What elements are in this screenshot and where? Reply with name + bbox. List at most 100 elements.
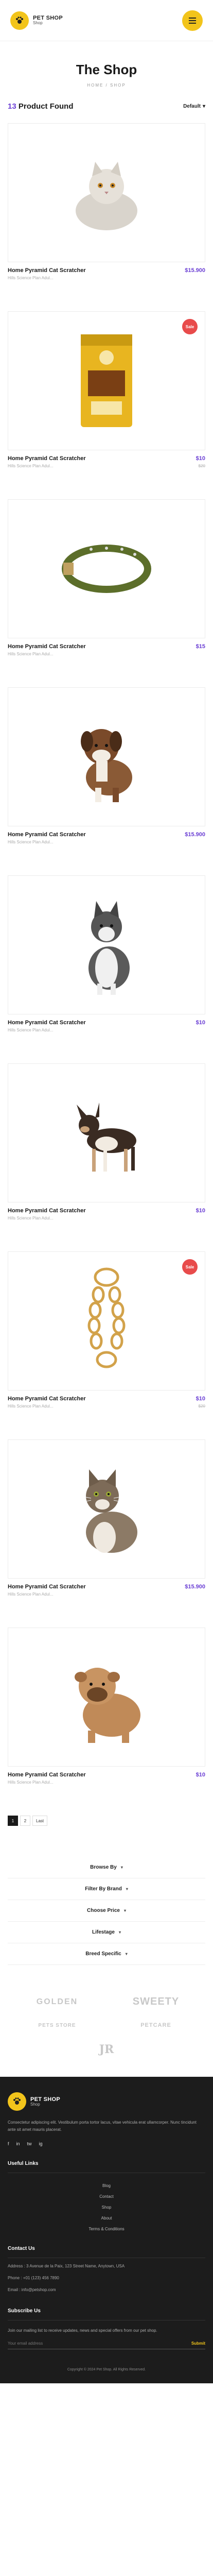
product-count: 13 Product Found: [8, 102, 74, 111]
product-description: Hills Science Plan Adul...: [8, 1780, 54, 1785]
product-name[interactable]: Home Pyramid Cat Scratcher: [8, 643, 86, 650]
filter-brand[interactable]: Filter By Brand ▾: [8, 1878, 205, 1900]
brand-logo-petcare[interactable]: PETCARE: [140, 2022, 171, 2028]
product-card[interactable]: Sale Home Pyramid Cat Scratcher Hills Sc…: [8, 1251, 205, 1424]
subscribe-button[interactable]: Submit: [191, 2341, 205, 2346]
product-description: Hills Science Plan Adul...: [8, 276, 54, 280]
product-image[interactable]: [8, 499, 205, 638]
brand-logo-sweety[interactable]: SWEETY: [133, 1996, 179, 2008]
product-price: $15.900: [185, 1584, 205, 1590]
footer-link-about[interactable]: About: [8, 2216, 205, 2221]
footer-logo[interactable]: PET SHOP Shop: [8, 2092, 205, 2111]
product-card[interactable]: Home Pyramid Cat Scratcher Hills Science…: [8, 1439, 205, 1612]
menu-icon[interactable]: [182, 10, 203, 31]
filter-label: Lifestage: [92, 1929, 115, 1935]
product-grid: Home Pyramid Cat Scratcher Hills Science…: [0, 123, 213, 1800]
product-card[interactable]: Home Pyramid Cat Scratcher Hills Science…: [8, 499, 205, 672]
product-count-label: Product Found: [18, 102, 74, 111]
product-description: Hills Science Plan Adul...: [8, 464, 54, 468]
filter-label: Breed Specific: [85, 1951, 121, 1957]
footer-link-shop[interactable]: Shop: [8, 2205, 205, 2210]
brand-logo-golden[interactable]: GOLDEN: [37, 1997, 78, 2007]
footer-link-terms[interactable]: Terms & Conditions: [8, 2227, 205, 2231]
sort-select[interactable]: Default ▾: [183, 104, 205, 109]
chain-leash-image-icon: [87, 1267, 126, 1368]
page-button-2[interactable]: 2: [20, 1816, 30, 1826]
instagram-icon[interactable]: ig: [39, 2141, 43, 2146]
product-description: Hills Science Plan Adul...: [8, 1592, 54, 1597]
product-card[interactable]: Home Pyramid Cat Scratcher Hills Science…: [8, 1063, 205, 1236]
tabby-cat-image-icon: [85, 1469, 137, 1553]
filter-browse-by[interactable]: Browse By ▾: [8, 1857, 205, 1878]
footer-link-contact[interactable]: Contact: [8, 2194, 205, 2199]
product-card[interactable]: Home Pyramid Cat Scratcher Hills Science…: [8, 875, 205, 1048]
chevron-down-icon: ▾: [126, 1887, 128, 1891]
page-title: The Shop: [76, 62, 137, 77]
product-description: Hills Science Plan Adul...: [8, 1216, 54, 1221]
filter-accordion: Browse By ▾ Filter By Brand ▾ Choose Pri…: [8, 1857, 205, 1965]
product-description: Hills Science Plan Adul...: [8, 1404, 54, 1409]
puppy-image-icon: [81, 729, 132, 802]
product-old-price: $20: [198, 464, 205, 468]
product-name[interactable]: Home Pyramid Cat Scratcher: [8, 1208, 86, 1214]
page-title-section: The Shop HOME / SHOP: [0, 41, 213, 102]
product-old-price: $20: [198, 1404, 205, 1409]
subscribe-description: Join our mailing list to receive updates…: [8, 2328, 157, 2333]
product-card[interactable]: Sale Home Pyramid Cat Scratcher Hills Sc…: [8, 311, 205, 484]
chihuahua-image-icon: [77, 1103, 136, 1172]
filter-label: Choose Price: [87, 1908, 120, 1913]
footer-logo-title: PET SHOP: [30, 2096, 61, 2103]
linkedin-icon[interactable]: in: [16, 2141, 20, 2146]
logo-subtitle: Shop: [33, 21, 43, 26]
chevron-down-icon: ▾: [123, 1908, 126, 1913]
product-name[interactable]: Home Pyramid Cat Scratcher: [8, 267, 86, 274]
contact-email[interactable]: Email : info@petshop.com: [8, 2287, 205, 2294]
subscribe-email-input[interactable]: [8, 2341, 146, 2346]
product-card[interactable]: Home Pyramid Cat Scratcher Hills Science…: [8, 123, 205, 296]
copyright: Copyright © 2024 Pet Shop. All Rights Re…: [67, 2368, 146, 2372]
useful-links-heading: Useful Links: [8, 2161, 39, 2167]
product-card[interactable]: Home Pyramid Cat Scratcher Hills Science…: [8, 687, 205, 860]
filter-breed[interactable]: Breed Specific ▾: [8, 1943, 205, 1965]
page-button-last[interactable]: Last: [32, 1816, 48, 1826]
facebook-icon[interactable]: f: [8, 2141, 9, 2146]
twitter-icon[interactable]: tw: [27, 2141, 32, 2146]
brand-logo-pets-store[interactable]: PETS STORE: [38, 2023, 76, 2028]
product-image[interactable]: [8, 875, 205, 1014]
contact-phone[interactable]: Phone : +01 (123) 456 7890: [8, 2275, 205, 2282]
product-description: Hills Science Plan Adul...: [8, 1028, 54, 1032]
contact-heading: Contact Us: [8, 2246, 35, 2252]
product-image[interactable]: [8, 1628, 205, 1767]
footer-description: Consectetur adipiscing elit. Vestibulum …: [8, 2120, 197, 2132]
product-name[interactable]: Home Pyramid Cat Scratcher: [8, 1772, 86, 1778]
sort-select-label: Default: [183, 104, 201, 109]
product-image[interactable]: [8, 1439, 205, 1579]
filter-label: Filter By Brand: [85, 1886, 122, 1892]
page-button-1[interactable]: 1: [8, 1816, 18, 1826]
product-price: $15.900: [185, 267, 205, 274]
brand-logo-jr[interactable]: JR: [99, 2043, 114, 2056]
filter-lifestage[interactable]: Lifestage ▾: [8, 1922, 205, 1943]
product-image[interactable]: [8, 687, 205, 826]
product-image[interactable]: Sale: [8, 311, 205, 450]
food-bag-image-icon: [81, 334, 132, 427]
filter-label: Browse By: [90, 1865, 117, 1870]
chevron-down-icon: ▾: [125, 1952, 128, 1956]
product-image[interactable]: [8, 123, 205, 262]
filter-price[interactable]: Choose Price ▾: [8, 1900, 205, 1922]
product-name[interactable]: Home Pyramid Cat Scratcher: [8, 1020, 86, 1026]
contact-address: Address : 3 Avenue de la Paix, 123 Stree…: [8, 2264, 125, 2269]
product-image[interactable]: Sale: [8, 1251, 205, 1391]
product-name[interactable]: Home Pyramid Cat Scratcher: [8, 1584, 86, 1590]
product-name[interactable]: Home Pyramid Cat Scratcher: [8, 832, 86, 838]
site-logo[interactable]: PET SHOP Shop: [10, 11, 63, 30]
product-name[interactable]: Home Pyramid Cat Scratcher: [8, 455, 86, 462]
pagination: 1 2 Last: [0, 1816, 213, 1826]
social-links: f in tw ig: [8, 2141, 205, 2146]
useful-links-list: Blog Contact Shop About Terms & Conditio…: [8, 2183, 205, 2231]
product-name[interactable]: Home Pyramid Cat Scratcher: [8, 1396, 86, 1402]
footer-link-blog[interactable]: Blog: [8, 2183, 205, 2188]
product-image[interactable]: [8, 1063, 205, 1202]
breadcrumb: HOME / SHOP: [87, 83, 126, 88]
product-card[interactable]: Home Pyramid Cat Scratcher Hills Science…: [8, 1628, 205, 1800]
